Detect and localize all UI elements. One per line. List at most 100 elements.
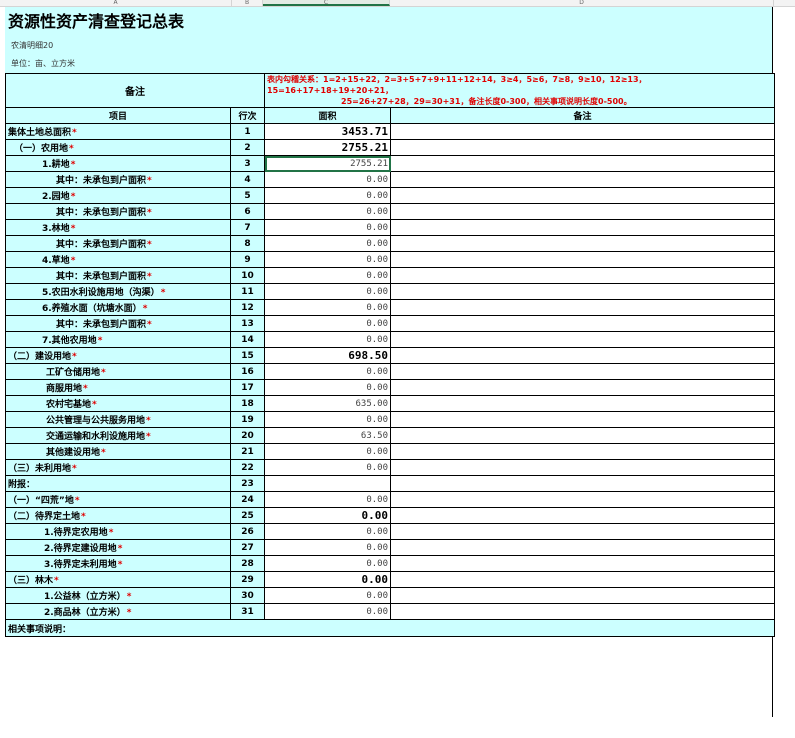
line-number[interactable]: 20 [230, 427, 265, 444]
area-cell[interactable]: 0.00 [264, 331, 391, 348]
note-cell[interactable] [389, 379, 776, 396]
item-label[interactable]: 商服用地* [5, 379, 231, 396]
item-label[interactable]: 农村宅基地* [5, 395, 231, 412]
item-label[interactable]: 3.林地* [5, 219, 231, 236]
area-cell[interactable]: 698.50 [264, 347, 391, 364]
area-cell-selected[interactable]: 2755.21 [264, 155, 391, 172]
item-label[interactable]: 1.公益林（立方米）* [5, 587, 231, 604]
area-cell[interactable]: 0.00 [264, 267, 391, 284]
note-cell[interactable] [389, 139, 776, 156]
item-label[interactable]: 1.待界定农用地* [5, 523, 231, 540]
notes-label[interactable]: 备注 [5, 73, 265, 108]
note-cell[interactable] [389, 123, 776, 140]
line-number[interactable]: 4 [230, 171, 265, 188]
line-number[interactable]: 2 [230, 139, 265, 156]
line-number[interactable]: 29 [230, 571, 265, 588]
note-cell[interactable] [389, 523, 776, 540]
note-cell[interactable] [389, 171, 776, 188]
note-cell[interactable] [389, 491, 776, 508]
note-cell[interactable] [389, 299, 776, 316]
note-cell[interactable] [389, 539, 776, 556]
note-cell[interactable] [389, 347, 776, 364]
line-number[interactable]: 25 [230, 507, 265, 524]
area-cell[interactable]: 0.00 [264, 235, 391, 252]
area-cell[interactable]: 0.00 [264, 507, 391, 524]
area-cell[interactable]: 0.00 [264, 251, 391, 268]
line-number[interactable]: 22 [230, 459, 265, 476]
item-label[interactable]: 1.耕地* [5, 155, 231, 172]
header-line[interactable]: 行次 [230, 107, 265, 124]
line-number[interactable]: 6 [230, 203, 265, 220]
line-number[interactable]: 16 [230, 363, 265, 380]
note-cell[interactable] [389, 555, 776, 572]
column-header-c[interactable]: C [263, 0, 390, 6]
line-number[interactable]: 31 [230, 603, 265, 620]
area-cell[interactable]: 0.00 [264, 539, 391, 556]
item-label[interactable]: 其中：未承包到户面积* [5, 235, 231, 252]
item-label[interactable]: 其他建设用地* [5, 443, 231, 460]
line-number[interactable]: 3 [230, 155, 265, 172]
item-label[interactable]: （三）林木* [5, 571, 231, 588]
line-number[interactable]: 28 [230, 555, 265, 572]
line-number[interactable]: 26 [230, 523, 265, 540]
note-cell[interactable] [389, 603, 776, 620]
item-label[interactable]: 其中：未承包到户面积* [5, 203, 231, 220]
sheet-title[interactable]: 资源性资产清查登记总表 [5, 7, 772, 37]
area-cell[interactable]: 0.00 [264, 443, 391, 460]
item-label[interactable]: （二）建设用地* [5, 347, 231, 364]
line-number[interactable]: 7 [230, 219, 265, 236]
table-code[interactable]: 农清明细20 [5, 37, 772, 55]
area-cell[interactable]: 0.00 [264, 219, 391, 236]
note-cell[interactable] [389, 155, 776, 172]
header-note[interactable]: 备注 [389, 107, 776, 124]
column-header-a[interactable]: A [0, 0, 232, 6]
area-cell[interactable]: 0.00 [264, 283, 391, 300]
line-number[interactable]: 5 [230, 187, 265, 204]
item-label[interactable]: 2.待界定建设用地* [5, 539, 231, 556]
area-cell[interactable]: 0.00 [264, 187, 391, 204]
item-label[interactable]: 7.其他农用地* [5, 331, 231, 348]
item-label[interactable]: （一）农用地* [5, 139, 231, 156]
note-cell[interactable] [389, 427, 776, 444]
line-number[interactable]: 1 [230, 123, 265, 140]
item-label[interactable]: （一）“四荒”地* [5, 491, 231, 508]
line-number[interactable]: 10 [230, 267, 265, 284]
area-cell[interactable]: 0.00 [264, 603, 391, 620]
note-cell[interactable] [389, 267, 776, 284]
area-cell[interactable]: 635.00 [264, 395, 391, 412]
note-cell[interactable] [389, 251, 776, 268]
item-label[interactable]: 5.农田水利设施用地（沟渠）* [5, 283, 231, 300]
area-cell[interactable]: 0.00 [264, 587, 391, 604]
header-area[interactable]: 面积 [264, 107, 391, 124]
area-cell[interactable]: 0.00 [264, 459, 391, 476]
line-number[interactable]: 13 [230, 315, 265, 332]
note-cell[interactable] [389, 363, 776, 380]
line-number[interactable]: 23 [230, 475, 265, 492]
line-number[interactable]: 12 [230, 299, 265, 316]
item-label[interactable]: 4.草地* [5, 251, 231, 268]
unit-label[interactable]: 单位：亩、立方米 [5, 55, 772, 73]
item-label[interactable]: 公共管理与公共服务用地* [5, 411, 231, 428]
area-cell[interactable]: 0.00 [264, 555, 391, 572]
item-label[interactable]: 其中：未承包到户面积* [5, 315, 231, 332]
item-label[interactable]: 其中：未承包到户面积* [5, 171, 231, 188]
line-number[interactable]: 30 [230, 587, 265, 604]
area-cell[interactable]: 0.00 [264, 299, 391, 316]
area-cell[interactable]: 0.00 [264, 379, 391, 396]
note-cell[interactable] [389, 219, 776, 236]
note-cell[interactable] [389, 459, 776, 476]
area-cell[interactable]: 0.00 [264, 523, 391, 540]
note-cell[interactable] [389, 187, 776, 204]
line-number[interactable]: 27 [230, 539, 265, 556]
item-label[interactable]: （三）未利用地* [5, 459, 231, 476]
line-number[interactable]: 11 [230, 283, 265, 300]
item-label[interactable]: 附报： [5, 475, 231, 492]
item-label[interactable]: 2.园地* [5, 187, 231, 204]
area-cell[interactable]: 0.00 [264, 363, 391, 380]
item-label[interactable]: 其中：未承包到户面积* [5, 267, 231, 284]
line-number[interactable]: 8 [230, 235, 265, 252]
explain-label[interactable]: 相关事项说明： [4, 619, 776, 637]
item-label[interactable]: 2.商品林（立方米）* [5, 603, 231, 620]
line-number[interactable]: 19 [230, 411, 265, 428]
note-cell[interactable] [389, 203, 776, 220]
